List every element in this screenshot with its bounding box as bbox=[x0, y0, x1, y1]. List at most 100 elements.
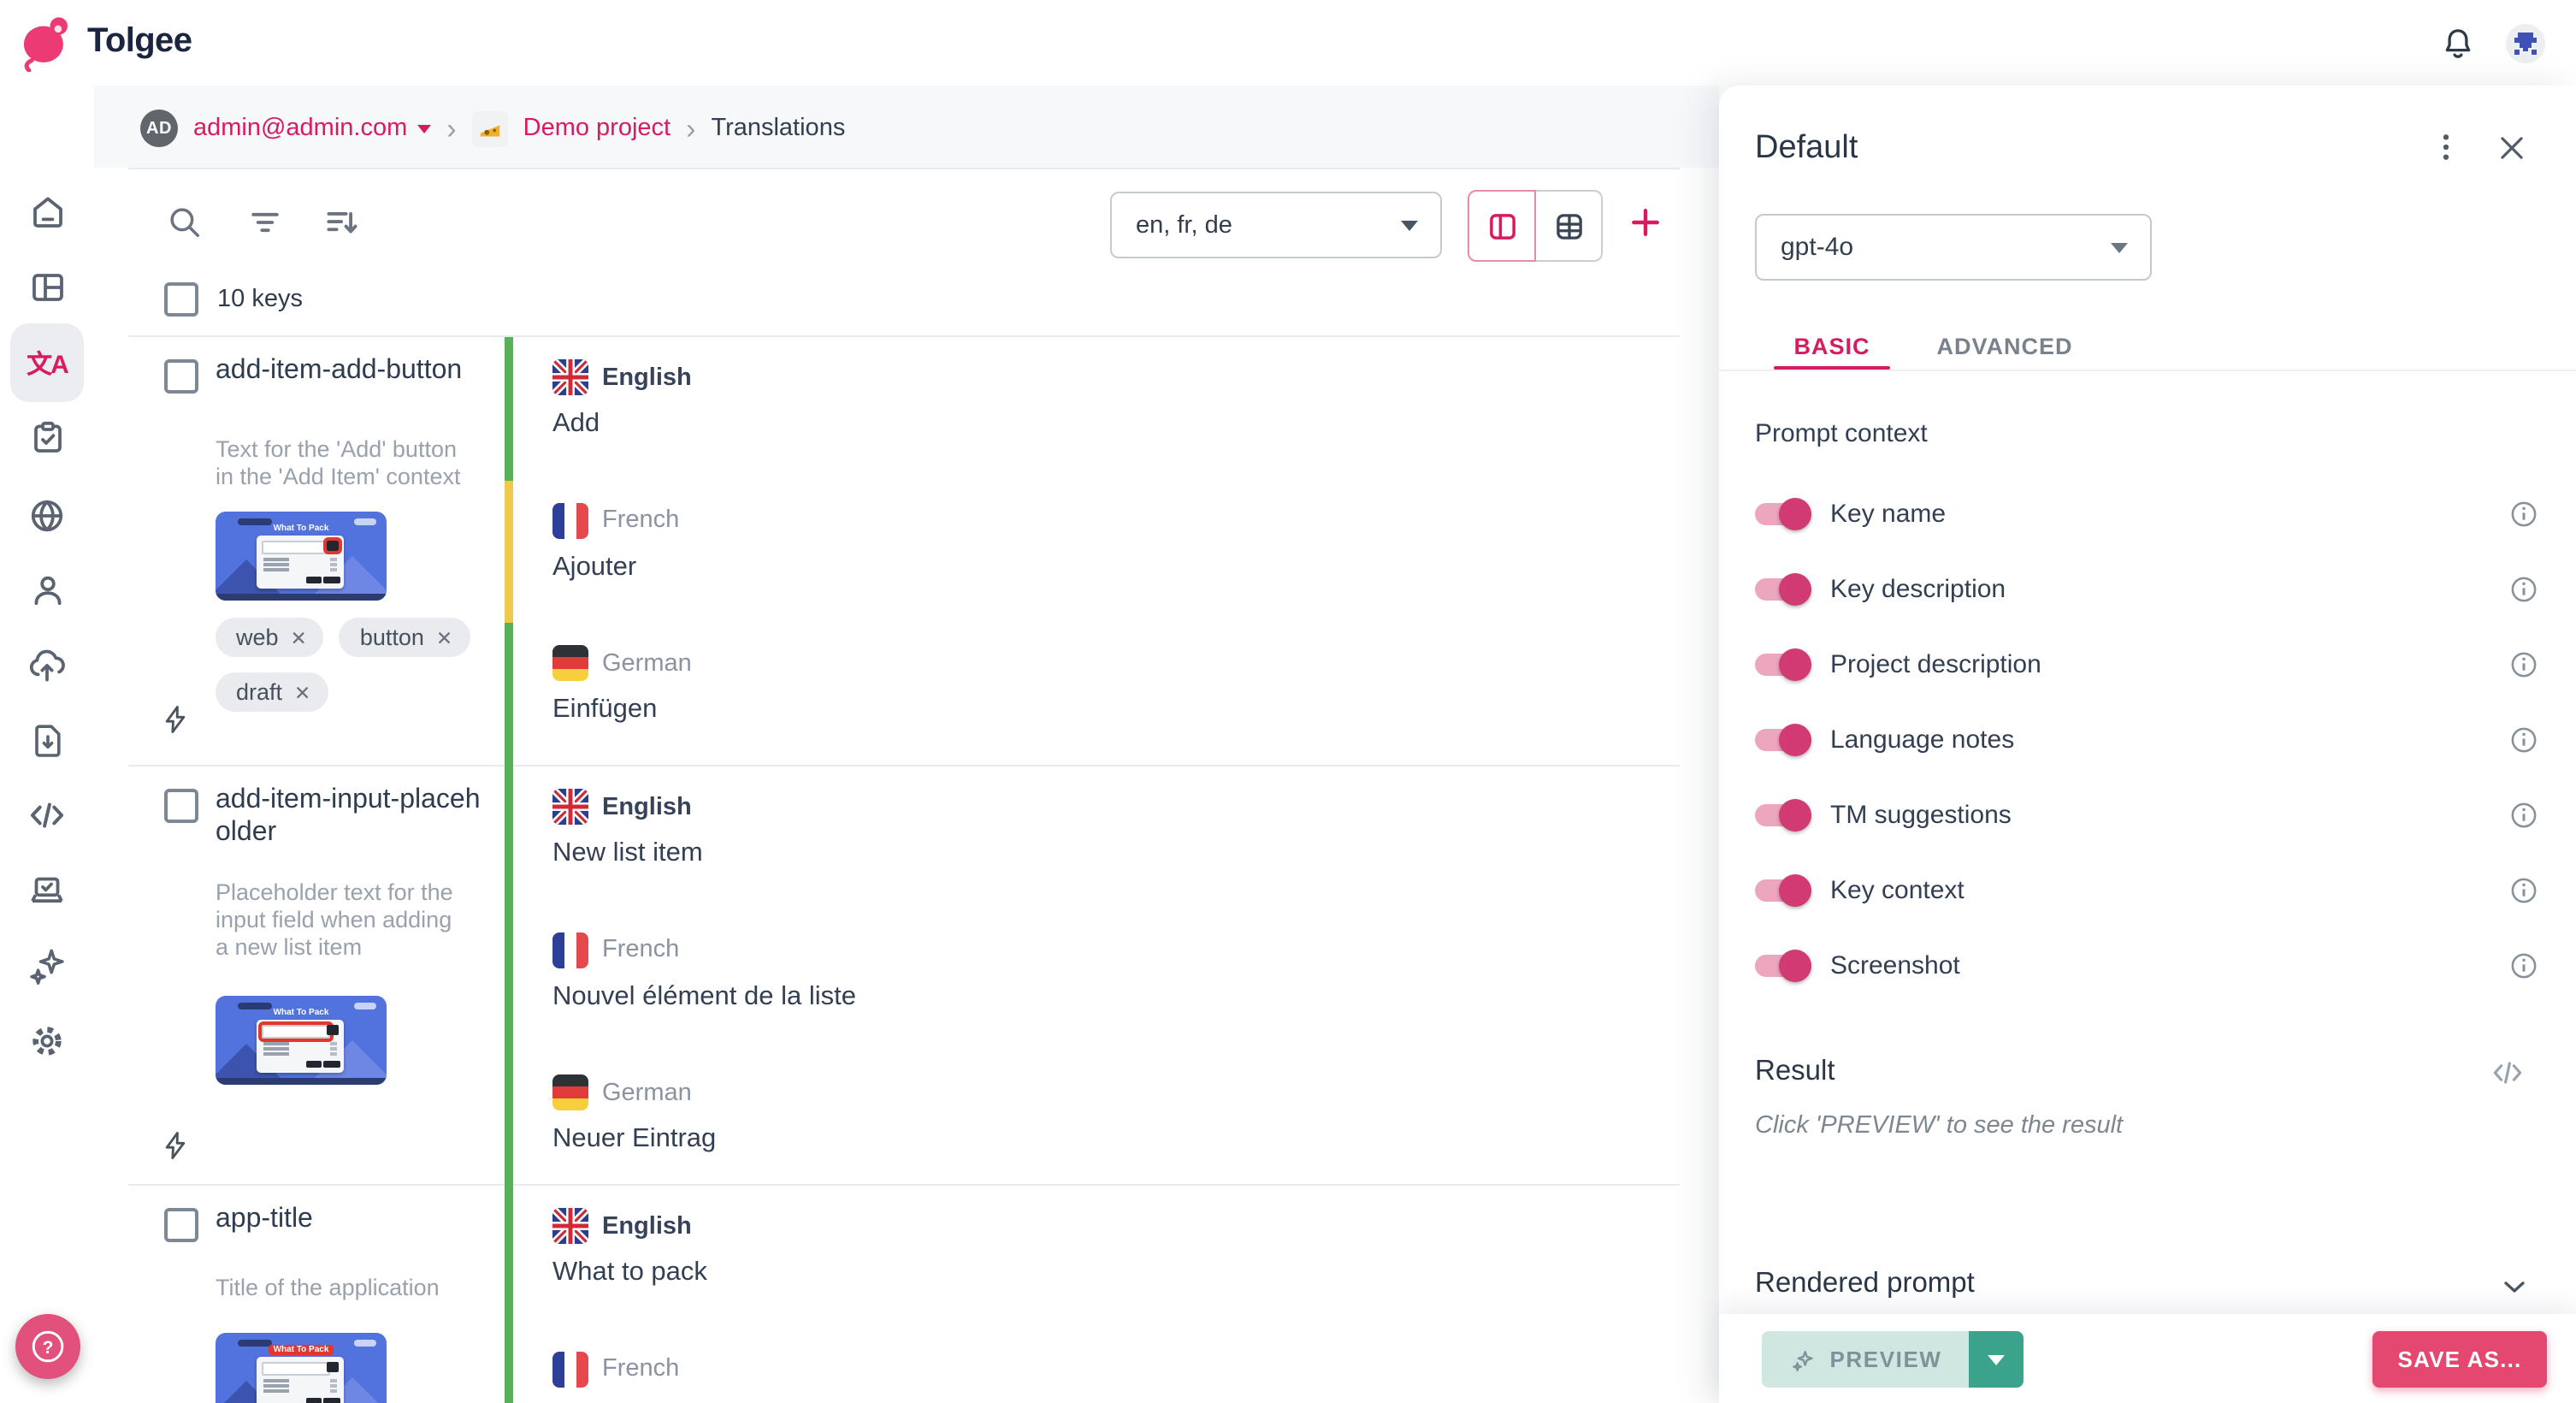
flag-gb-icon bbox=[552, 789, 588, 825]
rendered-prompt-heading[interactable]: Rendered prompt bbox=[1755, 1268, 1975, 1300]
key-name[interactable]: add-item-input-placeholder bbox=[216, 785, 481, 850]
sidebar-item-translations[interactable]: 文A bbox=[10, 323, 84, 402]
sidebar-item-integrate[interactable] bbox=[10, 778, 84, 850]
translation-cell[interactable]: French Ajouter bbox=[552, 480, 1680, 623]
tab-basic[interactable]: BASIC bbox=[1774, 322, 1890, 370]
language-name: English bbox=[602, 364, 692, 391]
translation-value[interactable]: Nouvel élément de la liste bbox=[552, 981, 856, 1012]
tag-remove-icon[interactable]: ✕ bbox=[294, 680, 310, 704]
toggle-switch[interactable] bbox=[1755, 497, 1811, 530]
view-table-button[interactable] bbox=[1536, 190, 1603, 262]
toggle-switch[interactable] bbox=[1755, 572, 1811, 605]
translation-cell[interactable]: English Add bbox=[552, 337, 1680, 480]
account-avatar-badge[interactable]: AD bbox=[140, 110, 178, 147]
context-option-row: Project description bbox=[1755, 626, 2540, 702]
screenshot-thumbnail[interactable]: What To Pack bbox=[216, 1333, 387, 1403]
row-checkbox[interactable] bbox=[164, 359, 198, 394]
info-icon[interactable] bbox=[2508, 648, 2540, 680]
languages-select[interactable]: en, fr, de bbox=[1110, 192, 1442, 258]
key-name[interactable]: app-title bbox=[216, 1205, 481, 1237]
sidebar-item-developer[interactable] bbox=[10, 854, 84, 926]
sidebar-item-settings[interactable] bbox=[10, 1004, 84, 1076]
breadcrumb-project-link[interactable]: Demo project bbox=[523, 115, 671, 142]
row-checkbox[interactable] bbox=[164, 789, 198, 823]
auto-translate-bolt-icon[interactable] bbox=[159, 703, 192, 744]
translation-cell[interactable]: German Neuer Eintrag bbox=[552, 1053, 1680, 1196]
tab-advanced[interactable]: ADVANCED bbox=[1931, 322, 2078, 370]
breadcrumb-separator-icon: › bbox=[446, 114, 456, 143]
translation-value[interactable]: Ajouter bbox=[552, 552, 636, 583]
screenshot-thumbnail[interactable]: What To Pack bbox=[216, 996, 387, 1085]
kebab-menu-icon[interactable] bbox=[2427, 128, 2465, 166]
dashboard-icon bbox=[27, 267, 68, 308]
info-icon[interactable] bbox=[2508, 572, 2540, 605]
translation-value[interactable]: Einfügen bbox=[552, 696, 657, 726]
translation-cell[interactable]: English What to pack bbox=[552, 1186, 1680, 1329]
tag-chip[interactable]: draft✕ bbox=[216, 672, 328, 712]
sidebar-item-members[interactable] bbox=[10, 554, 84, 626]
toggle-switch[interactable] bbox=[1755, 723, 1811, 755]
add-key-button[interactable] bbox=[1627, 204, 1664, 241]
translation-state-rail bbox=[505, 1186, 513, 1403]
result-code-icon[interactable] bbox=[2489, 1054, 2526, 1092]
user-avatar[interactable] bbox=[2506, 24, 2545, 63]
model-select[interactable]: gpt-4o bbox=[1755, 214, 2152, 281]
screenshot-thumbnail[interactable]: What To Pack bbox=[216, 512, 387, 601]
auto-translate-bolt-icon[interactable] bbox=[159, 1129, 192, 1170]
tag-remove-icon[interactable]: ✕ bbox=[291, 625, 307, 649]
notifications-bell-icon[interactable] bbox=[2439, 26, 2477, 63]
translation-cell[interactable]: English New list item bbox=[552, 767, 1680, 909]
translation-cell[interactable]: German Einfügen bbox=[552, 624, 1680, 767]
tag-chip[interactable]: button✕ bbox=[340, 618, 470, 657]
translation-value[interactable]: Neuer Eintrag bbox=[552, 1125, 716, 1156]
sort-button[interactable] bbox=[323, 204, 361, 241]
translation-value[interactable]: New list item bbox=[552, 838, 703, 869]
key-name[interactable]: add-item-add-button bbox=[216, 356, 481, 388]
toggle-switch[interactable] bbox=[1755, 798, 1811, 831]
translation-cell[interactable]: French Quoi emballer bbox=[552, 1329, 1680, 1403]
help-button[interactable]: ? bbox=[15, 1314, 80, 1379]
row-checkbox[interactable] bbox=[164, 1208, 198, 1242]
key-cell[interactable]: add-item-add-button Text for the 'Add' b… bbox=[128, 337, 505, 767]
translation-cell[interactable]: French Nouvel élément de la liste bbox=[552, 909, 1680, 1052]
select-all-checkbox[interactable] bbox=[164, 282, 198, 317]
toggle-switch[interactable] bbox=[1755, 648, 1811, 680]
sidebar-item-languages[interactable] bbox=[10, 479, 84, 551]
chevron-down-icon[interactable] bbox=[2497, 1270, 2532, 1312]
info-icon[interactable] bbox=[2508, 723, 2540, 755]
sidebar-item-import[interactable] bbox=[10, 630, 84, 702]
language-name: German bbox=[602, 650, 692, 678]
prompt-context-options: Key name Key description Project descrip… bbox=[1755, 476, 2540, 1003]
info-icon[interactable] bbox=[2508, 798, 2540, 831]
key-description: Text for the 'Add' button in the 'Add It… bbox=[216, 436, 464, 491]
sidebar-item-dashboard[interactable] bbox=[10, 252, 84, 323]
prompt-context-heading: Prompt context bbox=[1755, 419, 1928, 448]
info-icon[interactable] bbox=[2508, 497, 2540, 530]
sidebar-item-ai[interactable] bbox=[10, 929, 84, 1001]
save-as-button[interactable]: SAVE AS... bbox=[2372, 1331, 2547, 1388]
filter-button[interactable] bbox=[246, 204, 284, 241]
preview-dropdown-button[interactable] bbox=[1969, 1331, 2024, 1388]
preview-button[interactable]: PREVIEW bbox=[1762, 1331, 1969, 1388]
sidebar-item-home[interactable] bbox=[10, 176, 84, 248]
key-cell[interactable]: app-title Title of the application What … bbox=[128, 1186, 505, 1403]
toggle-switch[interactable] bbox=[1755, 873, 1811, 906]
breadcrumb-separator-icon: › bbox=[686, 114, 695, 143]
translation-value[interactable]: What to pack bbox=[552, 1258, 707, 1288]
info-icon[interactable] bbox=[2508, 949, 2540, 981]
toggle-switch[interactable] bbox=[1755, 949, 1811, 981]
sidebar-item-tasks[interactable] bbox=[10, 402, 84, 474]
sidebar-item-export[interactable] bbox=[10, 705, 84, 777]
context-option-label: Screenshot bbox=[1830, 950, 1960, 980]
translation-value[interactable]: Add bbox=[552, 409, 600, 440]
search-button[interactable] bbox=[166, 204, 204, 241]
tolgee-logo-icon[interactable] bbox=[19, 14, 77, 72]
key-cell[interactable]: add-item-input-placeholder Placeholder t… bbox=[128, 767, 505, 1196]
settings-gear-icon bbox=[26, 1019, 68, 1062]
info-icon[interactable] bbox=[2508, 873, 2540, 906]
breadcrumb-account-link[interactable]: admin@admin.com bbox=[193, 115, 431, 142]
tag-chip[interactable]: web✕ bbox=[216, 618, 324, 657]
view-side-by-side-button[interactable] bbox=[1468, 190, 1536, 262]
tag-remove-icon[interactable]: ✕ bbox=[436, 625, 452, 649]
close-icon[interactable] bbox=[2492, 128, 2530, 166]
